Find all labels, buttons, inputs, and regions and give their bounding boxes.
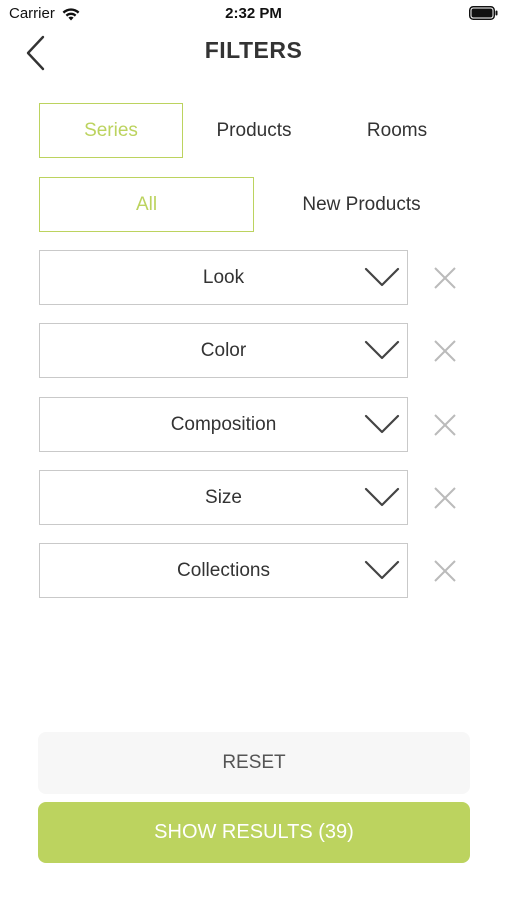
- filter-row-composition: Composition: [39, 397, 469, 452]
- clear-color-button[interactable]: [430, 336, 460, 366]
- composition-dropdown[interactable]: Composition: [39, 397, 408, 452]
- chevron-down-icon: [364, 560, 400, 580]
- subtab-new-products[interactable]: New Products: [254, 177, 469, 232]
- chevron-down-icon: [364, 414, 400, 434]
- close-icon: [434, 267, 456, 289]
- tab-series[interactable]: Series: [39, 103, 183, 158]
- chevron-down-icon: [364, 267, 400, 287]
- dropdown-label: Color: [200, 339, 247, 361]
- chevron-down-icon: [364, 487, 400, 507]
- chevron-down-icon: [364, 340, 400, 360]
- page-title: FILTERS: [204, 37, 303, 63]
- dropdown-label: Look: [202, 266, 245, 288]
- reset-button[interactable]: RESET: [38, 732, 470, 794]
- dropdown-label: Collections: [177, 559, 270, 581]
- clear-look-button[interactable]: [430, 263, 460, 293]
- size-dropdown[interactable]: Size: [39, 470, 408, 525]
- filter-row-color: Color: [39, 323, 469, 378]
- close-icon: [434, 414, 456, 436]
- status-time: 2:32 PM: [225, 5, 282, 22]
- show-results-button[interactable]: SHOW RESULTS (39): [38, 802, 470, 863]
- dropdown-label: Size: [205, 486, 242, 508]
- tab-rooms[interactable]: Rooms: [325, 103, 469, 158]
- filter-row-size: Size: [39, 470, 469, 525]
- filter-row-look: Look: [39, 250, 469, 305]
- status-bar: Carrier 2:32 PM: [0, 0, 507, 28]
- battery-icon: [469, 6, 498, 20]
- filter-row-collections: Collections: [39, 543, 469, 598]
- tab-products[interactable]: Products: [183, 103, 325, 158]
- clear-size-button[interactable]: [430, 483, 460, 513]
- close-icon: [434, 487, 456, 509]
- close-icon: [434, 340, 456, 362]
- close-icon: [434, 560, 456, 582]
- collections-dropdown[interactable]: Collections: [39, 543, 408, 598]
- dropdown-label: Composition: [170, 413, 277, 435]
- nav-bar: FILTERS: [0, 28, 507, 76]
- clear-composition-button[interactable]: [430, 410, 460, 440]
- clear-collections-button[interactable]: [430, 556, 460, 586]
- look-dropdown[interactable]: Look: [39, 250, 408, 305]
- color-dropdown[interactable]: Color: [39, 323, 408, 378]
- subtab-all[interactable]: All: [39, 177, 254, 232]
